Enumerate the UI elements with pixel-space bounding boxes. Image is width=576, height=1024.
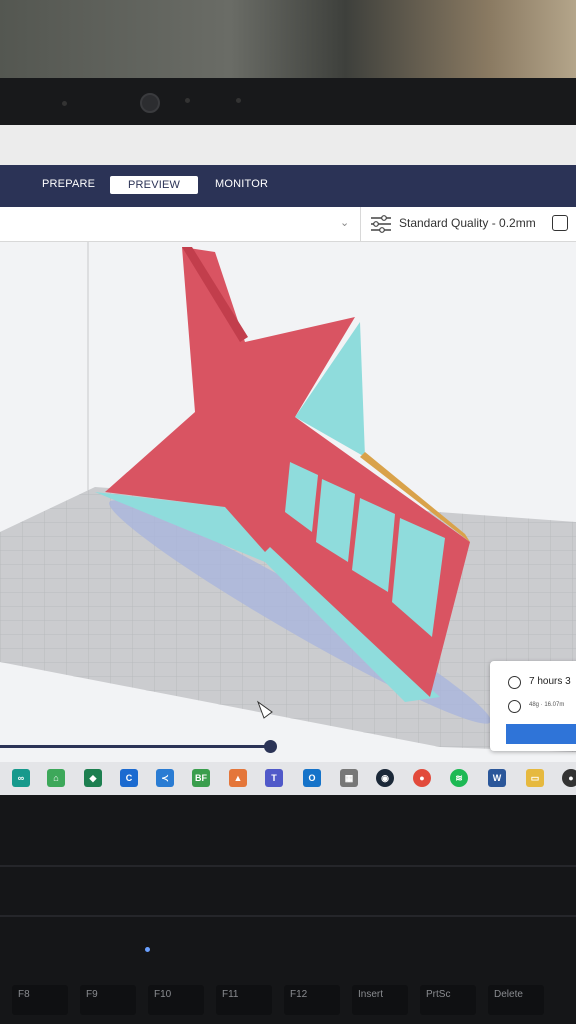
background-wall	[0, 0, 576, 90]
status-led	[145, 947, 150, 952]
calculator-icon[interactable]: ▦	[340, 769, 358, 787]
keyboard-edge	[0, 865, 576, 867]
obs-icon[interactable]: ●	[562, 769, 576, 787]
chevron-down-icon[interactable]: ⌄	[340, 216, 349, 229]
word-icon[interactable]: W	[488, 769, 506, 787]
app-icon[interactable]: ◆	[84, 769, 102, 787]
bezel-dot	[62, 101, 67, 106]
key-f10[interactable]: F10	[148, 985, 204, 1015]
maps-icon[interactable]: ⌂	[47, 769, 65, 787]
bezel-dot	[185, 98, 190, 103]
teams-icon[interactable]: T	[265, 769, 283, 787]
matlab-icon[interactable]: ▲	[229, 769, 247, 787]
key-delete[interactable]: Delete	[488, 985, 544, 1015]
print-time: 7 hours 3	[529, 676, 571, 687]
bf-icon[interactable]: BF	[192, 769, 210, 787]
save-button[interactable]	[506, 724, 576, 744]
key-f12[interactable]: F12	[284, 985, 340, 1015]
clock-icon	[508, 676, 521, 689]
layer-slider-track[interactable]	[0, 745, 272, 748]
print-settings-bar: ⌄ Standard Quality - 0.2mm	[0, 207, 576, 242]
material-usage: 48g · 16.07m	[529, 702, 565, 708]
outlook-icon[interactable]: O	[303, 769, 321, 787]
key-f9[interactable]: F9	[80, 985, 136, 1015]
vscode-icon[interactable]: ≺	[156, 769, 174, 787]
support-icon[interactable]	[552, 215, 568, 231]
onenote-icon[interactable]: ∞	[12, 769, 30, 787]
explorer-icon[interactable]: ▭	[526, 769, 544, 787]
keyboard-edge	[0, 915, 576, 917]
tab-preview[interactable]: PREVIEW	[110, 176, 199, 194]
cura-icon[interactable]: C	[120, 769, 138, 787]
key-f8[interactable]: F8	[12, 985, 68, 1015]
bezel-dot	[236, 98, 241, 103]
webcam	[140, 93, 160, 113]
print-profile-label[interactable]: Standard Quality - 0.2mm	[399, 216, 536, 230]
steam-icon[interactable]: ◉	[376, 769, 394, 787]
settings-sliders-icon[interactable]	[370, 215, 392, 233]
key-prtsc[interactable]: PrtSc	[420, 985, 476, 1015]
key-f11[interactable]: F11	[216, 985, 272, 1015]
print-info-panel: 7 hours 3 48g · 16.07m	[490, 661, 576, 751]
windows-taskbar: ∞ ⌂ ◆ C ≺ BF ▲ T O ▦ ◉ ● ≋ W ▭ ●	[0, 762, 576, 796]
spotify-icon[interactable]: ≋	[450, 769, 468, 787]
key-insert[interactable]: Insert	[352, 985, 408, 1015]
layer-slider-handle[interactable]	[264, 740, 277, 753]
window-topbar	[0, 125, 576, 165]
tab-prepare[interactable]: PREPARE	[42, 178, 95, 190]
divider	[360, 207, 361, 241]
chrome-icon[interactable]: ●	[413, 769, 431, 787]
spool-icon	[508, 700, 521, 713]
stage-navbar: PREPARE PREVIEW MONITOR	[0, 165, 576, 207]
tab-monitor[interactable]: MONITOR	[215, 178, 268, 190]
screen: PREPARE PREVIEW MONITOR ⌄ Standard Quali…	[0, 125, 576, 795]
